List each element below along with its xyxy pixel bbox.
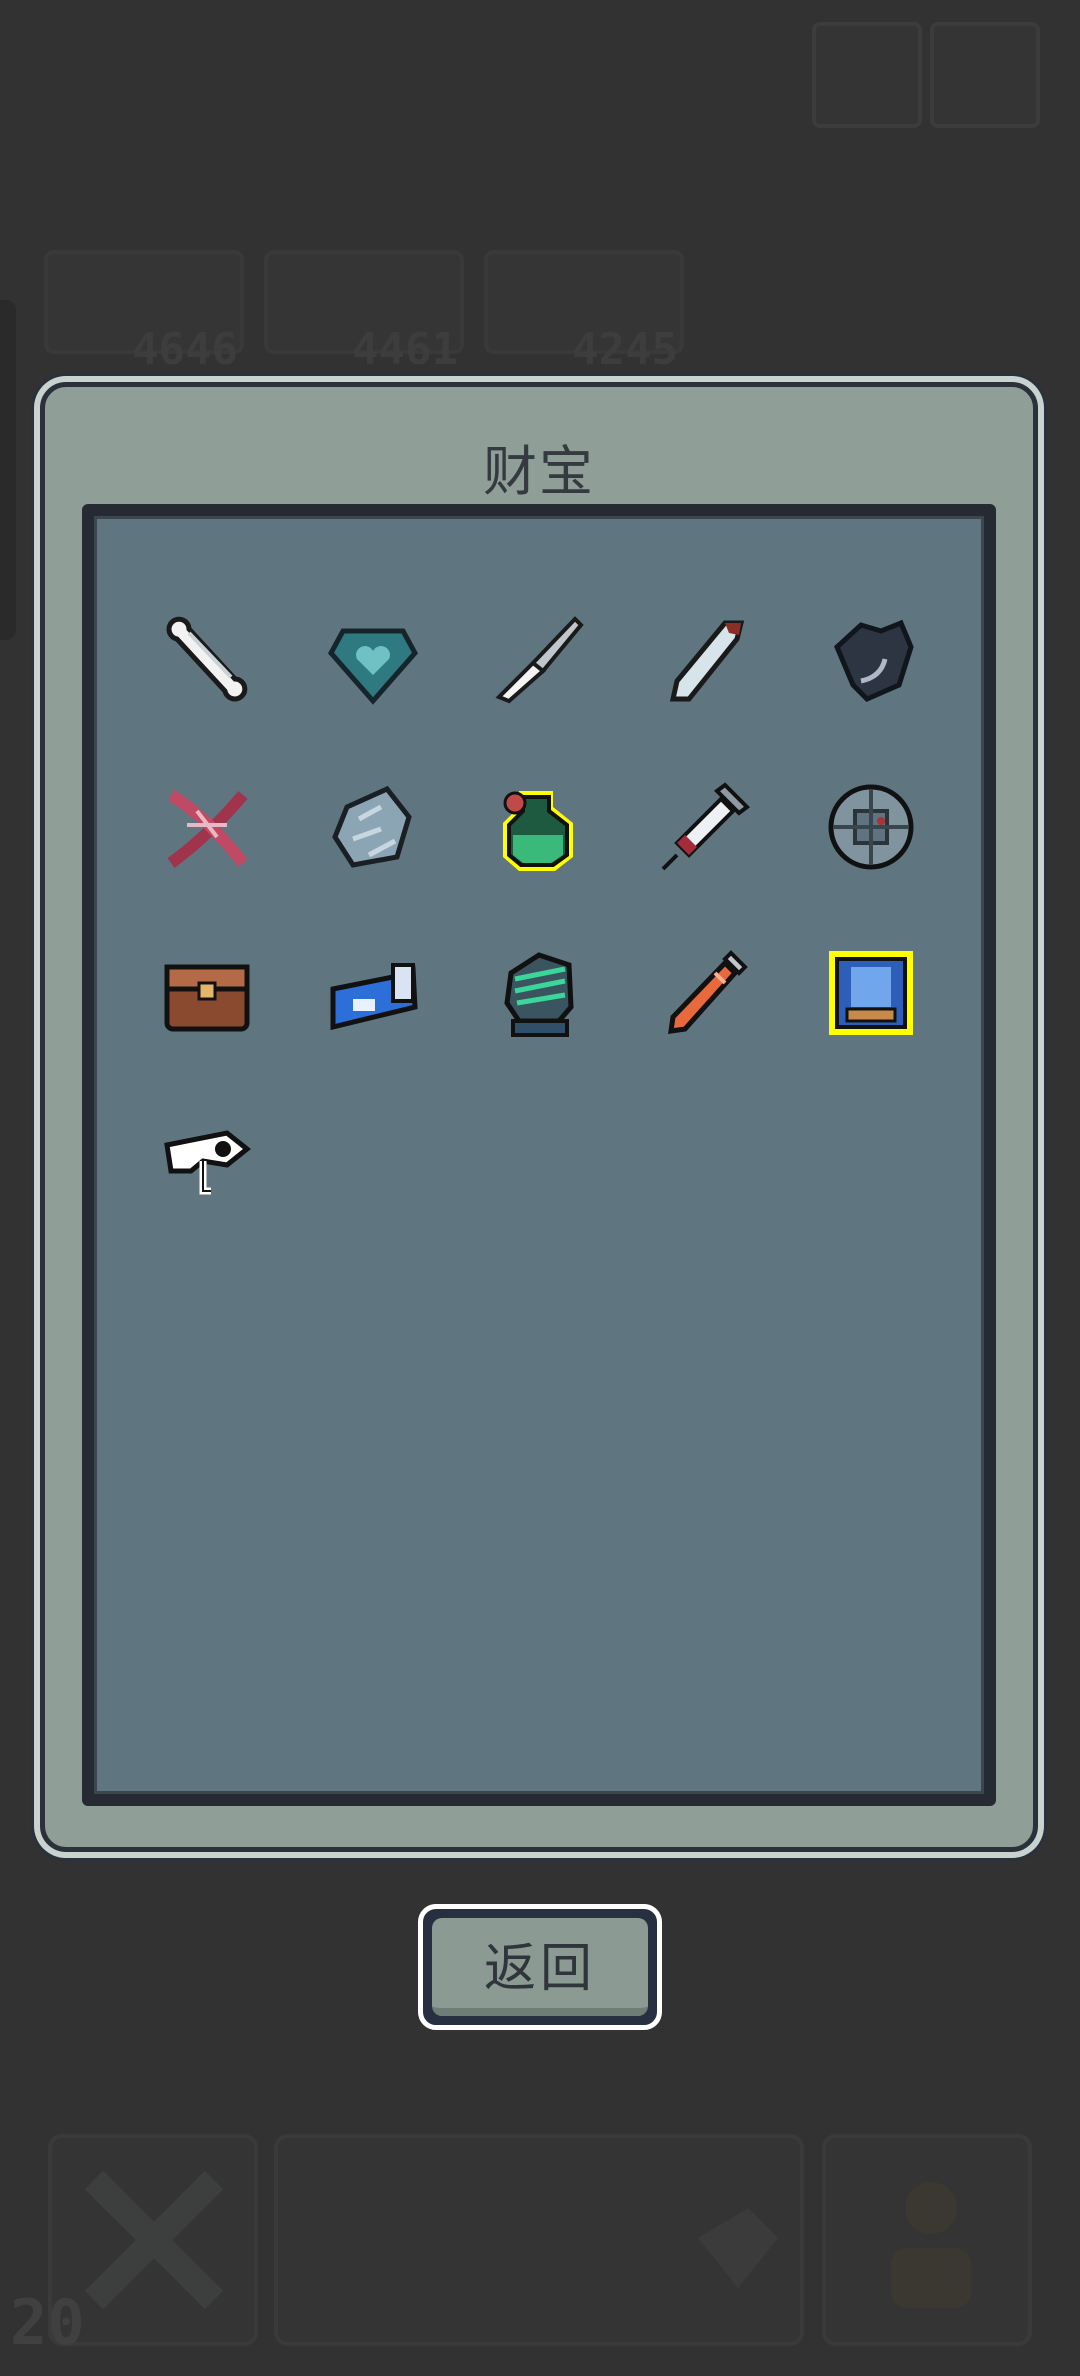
bg-menu-button-2 xyxy=(930,22,1040,128)
bg-score-card: 4646 xyxy=(44,250,244,372)
treasure-slot[interactable] xyxy=(622,578,788,744)
heart-gem-icon xyxy=(327,628,419,705)
treasure-chest-icon xyxy=(164,964,250,1032)
orange-dagger-icon xyxy=(668,950,748,1034)
bg-menu-button-1 xyxy=(812,22,922,128)
ore-rock-icon xyxy=(332,785,412,868)
treasure-slot[interactable] xyxy=(622,744,788,910)
treasure-slot[interactable] xyxy=(124,744,290,910)
back-button-label: 返回 xyxy=(432,1918,648,2016)
treasure-slot[interactable] xyxy=(124,910,290,1076)
treasure-slot[interactable] xyxy=(456,910,622,1076)
treasure-slot[interactable] xyxy=(124,1076,290,1242)
bg-level-number: 20 xyxy=(10,2286,85,2359)
blue-capsule-icon xyxy=(330,963,418,1031)
treasure-slot-highlighted[interactable] xyxy=(788,910,954,1076)
eye-key-icon xyxy=(164,1130,252,1195)
treasure-slot[interactable] xyxy=(788,578,954,744)
treasure-slot[interactable] xyxy=(788,744,954,910)
scalpel-icon xyxy=(495,616,584,704)
bg-score-card: 4245 xyxy=(484,250,684,372)
blue-armor-icon xyxy=(829,951,913,1035)
treasure-slot[interactable] xyxy=(290,744,456,910)
treasure-slot[interactable] xyxy=(124,578,290,744)
treasure-slot-highlighted[interactable] xyxy=(456,744,622,910)
dark-claw-icon xyxy=(834,619,914,702)
treasure-slot[interactable] xyxy=(622,910,788,1076)
bg-nav-center xyxy=(274,2134,804,2346)
dialog-title: 财宝 xyxy=(483,440,595,503)
feather-blade-icon xyxy=(669,620,745,702)
bg-nav-character xyxy=(822,2134,1032,2346)
round-shield-icon xyxy=(828,784,914,870)
back-button[interactable]: 返回 xyxy=(418,1904,662,2030)
dna-helix-icon xyxy=(167,789,248,868)
treasure-grid xyxy=(124,578,954,1242)
green-potion-icon xyxy=(503,791,573,871)
treasure-slot[interactable] xyxy=(456,578,622,744)
bg-score-card: 4461 xyxy=(264,250,464,372)
treasure-dialog: 财宝 xyxy=(40,382,1038,1852)
bg-side-tab xyxy=(0,300,16,640)
syringe-icon xyxy=(661,782,751,871)
treasure-slot[interactable] xyxy=(290,578,456,744)
treasure-slot[interactable] xyxy=(290,910,456,1076)
bone-icon xyxy=(166,616,248,702)
treasure-panel xyxy=(82,504,996,1806)
green-gauntlet-icon xyxy=(504,952,574,1037)
